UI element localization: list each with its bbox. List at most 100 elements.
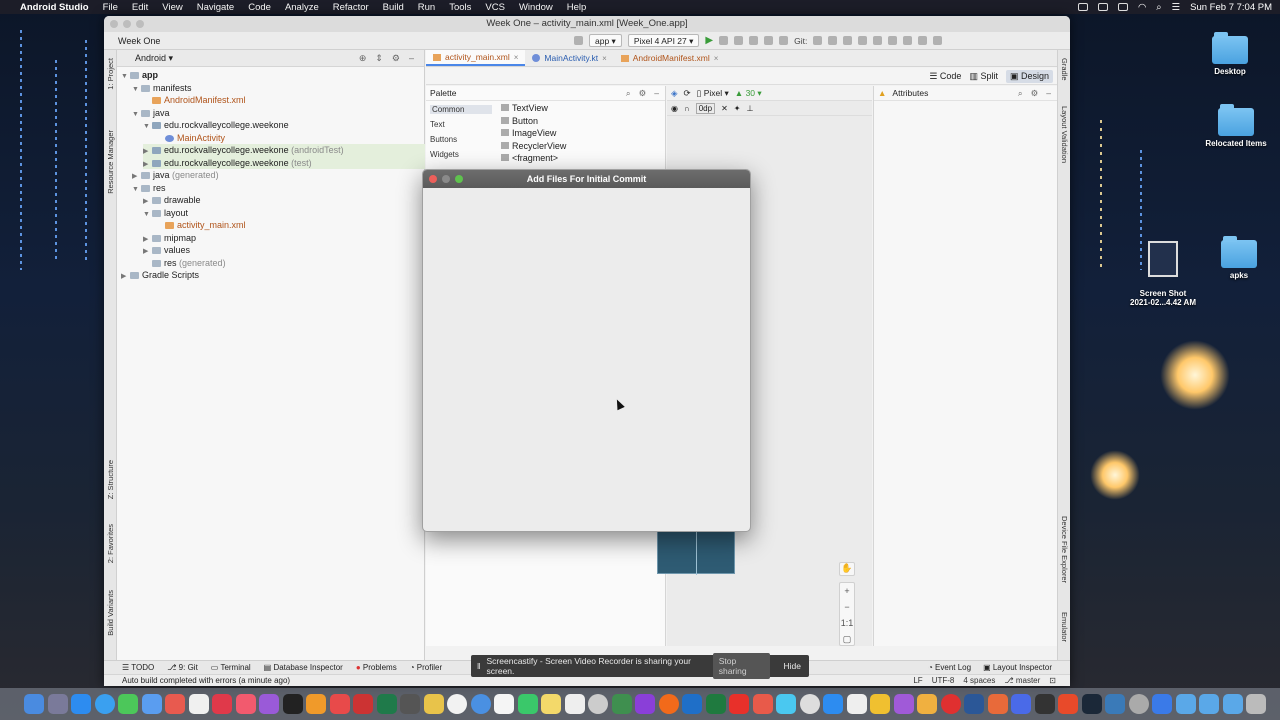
tool-database-inspector[interactable]: ▤ Database Inspector <box>264 663 343 672</box>
git-rollback-icon[interactable] <box>873 36 883 45</box>
sdk-manager-icon[interactable] <box>918 36 928 45</box>
tool-problems[interactable]: ● Problems <box>356 663 397 672</box>
close-tab-icon[interactable]: × <box>602 50 607 67</box>
app-icon[interactable] <box>1058 694 1078 714</box>
tree-item-package-main[interactable]: ▼ edu.rockvalleycollege.weekone <box>143 119 289 132</box>
orientation-icon[interactable]: ⟳ <box>684 88 691 99</box>
menu-analyze[interactable]: Analyze <box>285 2 319 13</box>
palette-category-common[interactable]: Common <box>430 105 492 114</box>
close-window-button[interactable] <box>110 20 118 28</box>
music-icon[interactable] <box>235 694 256 714</box>
menu-clock[interactable]: Sun Feb 7 7:04 PM <box>1190 2 1272 13</box>
hide-panel-icon[interactable]: – <box>409 53 414 64</box>
git-commit-icon[interactable] <box>828 36 838 45</box>
tree-item-app[interactable]: ▼ app <box>121 69 158 82</box>
hide-panel-icon[interactable]: – <box>654 88 659 99</box>
zoom-out-button[interactable]: − <box>840 599 854 615</box>
project-view-select[interactable]: Android ▾ <box>135 53 173 64</box>
tree-item-java-generated[interactable]: ▶ java (generated) <box>132 169 219 182</box>
lock-icon[interactable]: ⊡ <box>1049 676 1056 685</box>
debug-icon[interactable] <box>719 36 729 45</box>
app-icon[interactable] <box>1152 694 1172 714</box>
gear-icon[interactable]: ⚙ <box>392 53 400 64</box>
wifi-icon[interactable]: ◠ <box>1138 2 1146 13</box>
stop-icon[interactable] <box>779 36 789 45</box>
zoom-in-button[interactable]: + <box>840 583 854 599</box>
trash-icon[interactable] <box>1246 694 1266 714</box>
tool-todo[interactable]: ☰ TODO <box>122 663 154 672</box>
messenger-icon[interactable] <box>1011 694 1031 714</box>
palette-item-textview[interactable]: TextView <box>501 103 548 113</box>
file-encoding[interactable]: UTF-8 <box>932 676 955 685</box>
outlook-icon[interactable] <box>682 694 702 714</box>
battery-icon[interactable] <box>1117 3 1128 11</box>
menu-file[interactable]: File <box>103 2 118 13</box>
hide-panel-icon[interactable]: – <box>1046 88 1051 99</box>
device-select[interactable]: Pixel 4 API 27 ▾ <box>627 34 700 47</box>
menu-refactor[interactable]: Refactor <box>333 2 369 13</box>
app-store-icon[interactable] <box>71 694 91 714</box>
quicktime-icon[interactable] <box>588 694 608 714</box>
excel-icon[interactable] <box>705 694 726 714</box>
app-icon[interactable] <box>893 694 914 714</box>
zoom-icon[interactable] <box>823 694 843 714</box>
git-push-icon[interactable] <box>843 36 853 45</box>
podcasts-icon[interactable] <box>259 694 279 714</box>
app-icon[interactable] <box>564 694 585 714</box>
desktop-screenshot-file[interactable]: Screen Shot 2021-02...4.42 AM <box>1123 232 1203 307</box>
tree-item-layout[interactable]: ▼ layout <box>143 207 188 220</box>
palette-item-recyclerview[interactable]: RecyclerView <box>501 141 566 151</box>
chrome-icon[interactable] <box>470 694 491 714</box>
menu-app[interactable]: Android Studio <box>20 2 89 13</box>
word-icon[interactable] <box>964 694 984 714</box>
close-dialog-button[interactable] <box>429 175 437 183</box>
infer-constraints-icon[interactable]: ✦ <box>734 104 741 113</box>
palette-category-text[interactable]: Text <box>430 120 445 129</box>
tab-layout-validation[interactable]: Layout Validation <box>1060 106 1069 163</box>
tab-structure[interactable]: Z: Structure <box>106 460 115 499</box>
avd-manager-icon[interactable] <box>903 36 913 45</box>
gear-icon[interactable]: ⚙ <box>1031 88 1039 99</box>
locate-icon[interactable]: ⊕ <box>359 53 367 64</box>
menu-window[interactable]: Window <box>519 2 553 13</box>
zoom-dialog-button[interactable] <box>455 175 463 183</box>
screen-record-icon[interactable] <box>1077 3 1088 11</box>
search-icon[interactable]: ⌕ <box>626 88 631 99</box>
tab-build-variants[interactable]: Build Variants <box>106 590 115 636</box>
app-icon[interactable] <box>799 694 820 714</box>
desktop-folder-relocated[interactable]: Relocated Items <box>1196 104 1276 148</box>
tree-item-gradle-scripts[interactable]: ▶ Gradle Scripts <box>121 269 199 282</box>
minimize-dialog-button[interactable] <box>442 175 450 183</box>
menu-help[interactable]: Help <box>567 2 587 13</box>
menu-tools[interactable]: Tools <box>449 2 471 13</box>
tree-item-java[interactable]: ▼ java <box>132 107 170 120</box>
apply-changes-icon[interactable] <box>734 36 744 45</box>
tab-project[interactable]: 1: Project <box>106 58 115 90</box>
calendar-icon[interactable] <box>165 694 185 714</box>
project-breadcrumb[interactable]: Week One <box>118 36 160 46</box>
stop-sharing-button[interactable]: Stop sharing <box>712 653 770 679</box>
palette-item-fragment[interactable]: <fragment> <box>501 153 558 163</box>
tool-layout-inspector[interactable]: ▣ Layout Inspector <box>983 663 1052 672</box>
launchpad-icon[interactable] <box>47 694 68 714</box>
tree-item-main-activity[interactable]: MainActivity <box>165 132 225 145</box>
warning-icon[interactable]: ▲ <box>878 88 886 98</box>
tree-item-package-android-test[interactable]: ▶ edu.rockvalleycollege.weekone (androidT… <box>143 144 425 157</box>
safari-icon[interactable] <box>94 694 115 714</box>
git-history-icon[interactable] <box>858 36 868 45</box>
app-icon[interactable] <box>987 694 1008 714</box>
zoom-window-button[interactable] <box>136 20 144 28</box>
line-separator[interactable]: LF <box>913 676 922 685</box>
menu-navigate[interactable]: Navigate <box>197 2 235 13</box>
menu-code[interactable]: Code <box>248 2 271 13</box>
status-message[interactable]: Auto build completed with errors (a minu… <box>122 676 290 685</box>
zoom-reset-button[interactable]: 1:1 <box>840 615 854 631</box>
app-icon[interactable] <box>353 694 373 714</box>
steam-icon[interactable] <box>1081 694 1102 714</box>
zoom-fit-button[interactable]: ▢ <box>840 631 854 647</box>
spotlight-icon[interactable]: ⌕ <box>1156 2 1161 13</box>
gear-icon[interactable]: ⚙ <box>639 88 647 99</box>
tool-event-log[interactable]: ◔ Event Log <box>928 663 971 672</box>
folder-icon[interactable] <box>1199 694 1219 714</box>
git-update-icon[interactable] <box>813 36 823 45</box>
